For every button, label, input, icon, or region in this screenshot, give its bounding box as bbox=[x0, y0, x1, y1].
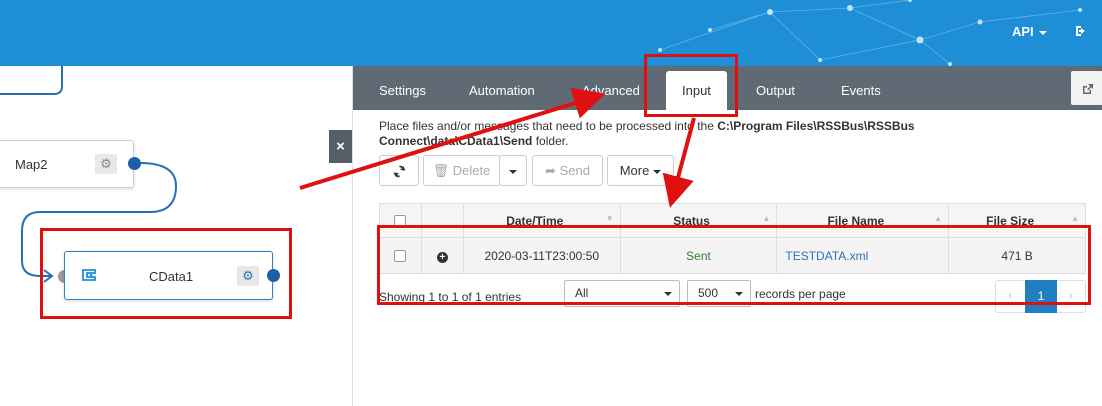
chevron-down-icon bbox=[1038, 30, 1047, 35]
more-button[interactable]: More bbox=[607, 155, 674, 186]
delete-button[interactable]: 🗑 Delete bbox=[423, 155, 500, 186]
external-link-icon[interactable] bbox=[1071, 71, 1102, 105]
sort-icon: ▼ bbox=[605, 213, 614, 223]
node-label: Map2 bbox=[15, 157, 48, 172]
trash-icon: 🗑 bbox=[432, 163, 450, 178]
sort-icon: ▲ bbox=[762, 213, 771, 223]
flow-node-map2[interactable]: Map2 ⚙ bbox=[0, 140, 134, 188]
sort-icon: ▲ bbox=[1071, 213, 1079, 223]
close-icon: × bbox=[336, 138, 345, 155]
tab-settings[interactable]: Settings bbox=[379, 66, 426, 110]
annotation-box-file-row bbox=[377, 225, 1091, 305]
send-label: Send bbox=[559, 163, 590, 178]
logout-icon[interactable] bbox=[1074, 24, 1088, 41]
info-prefix: Place files and/or messages that need to… bbox=[379, 119, 714, 133]
tab-advanced[interactable]: Advanced bbox=[582, 66, 640, 110]
annotation-box-input-tab bbox=[644, 54, 738, 117]
annotation-box-cdata-node bbox=[40, 228, 292, 319]
tab-automation[interactable]: Automation bbox=[469, 66, 535, 110]
tab-events[interactable]: Events bbox=[841, 66, 881, 110]
api-menu[interactable]: API bbox=[1012, 24, 1047, 39]
api-menu-label: API bbox=[1012, 24, 1034, 39]
send-button[interactable]: ➦ Send bbox=[532, 155, 603, 186]
gear-icon[interactable]: ⚙ bbox=[95, 154, 117, 174]
share-icon: ➦ bbox=[545, 163, 556, 178]
refresh-icon bbox=[393, 165, 405, 178]
delete-dropdown-toggle[interactable] bbox=[499, 155, 527, 186]
input-folder-info: Place files and/or messages that need to… bbox=[379, 119, 979, 149]
output-port[interactable] bbox=[128, 157, 141, 170]
refresh-button[interactable] bbox=[379, 155, 419, 186]
chevron-down-icon bbox=[653, 169, 662, 174]
close-panel-button[interactable]: × bbox=[329, 130, 352, 163]
top-bar: API bbox=[0, 0, 1102, 66]
chevron-down-icon bbox=[509, 169, 517, 174]
sort-icon: ▲ bbox=[934, 213, 943, 223]
info-suffix: folder. bbox=[535, 134, 569, 148]
delete-label: Delete bbox=[452, 163, 491, 178]
more-label: More bbox=[619, 163, 650, 178]
tab-output[interactable]: Output bbox=[756, 66, 795, 110]
